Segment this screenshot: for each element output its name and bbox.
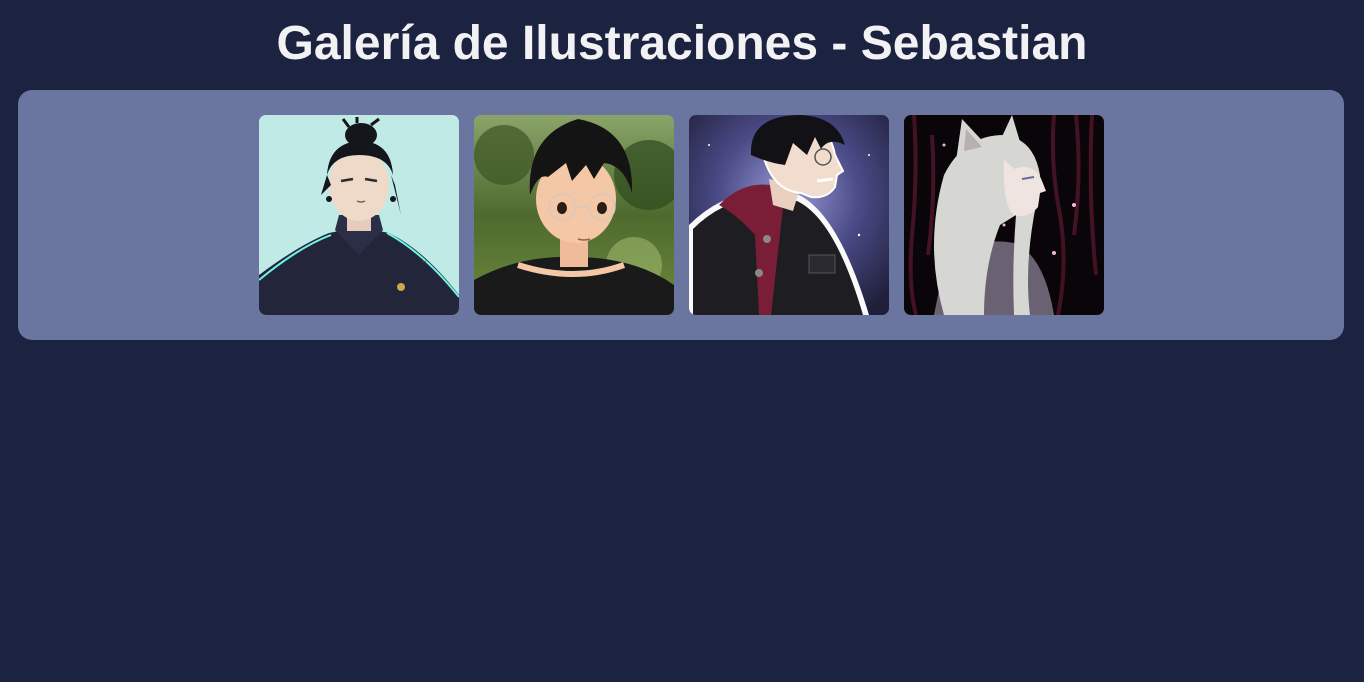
illustration-3-image: [688, 115, 889, 315]
gallery-image-2[interactable]: [473, 115, 674, 315]
gallery-image-3[interactable]: [688, 115, 889, 315]
illustration-2-image: [473, 115, 674, 315]
page-title: Galería de Ilustraciones - Sebastian: [276, 17, 1088, 70]
illustration-4-image: [903, 115, 1104, 315]
gallery-image-4[interactable]: [903, 115, 1104, 315]
gallery-image-1[interactable]: ~: [258, 115, 459, 315]
illustration-1-image: ~: [258, 115, 459, 315]
gallery-container: ~: [18, 90, 1344, 340]
